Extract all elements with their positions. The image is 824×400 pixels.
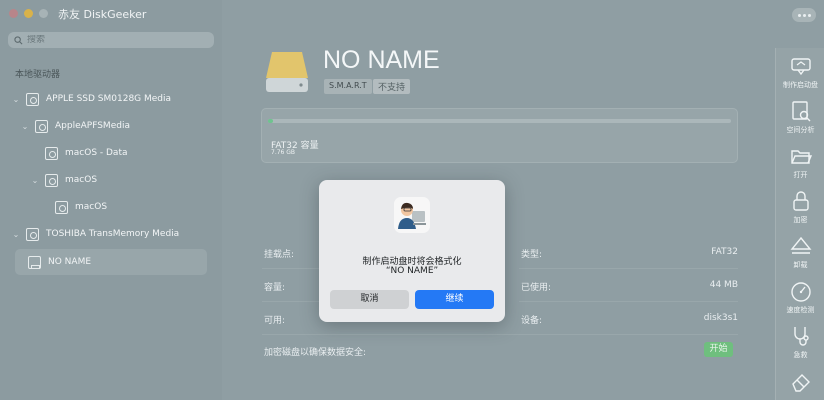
format-confirm-dialog: 制作启动盘时将会格式化 “NO NAME” 取消 继续 (319, 180, 505, 322)
tool-make-boot-disk[interactable]: 制作启动盘 (776, 54, 824, 98)
mount-point-label: 挂载点: (264, 250, 295, 260)
tool-label: 速度检测 (786, 306, 815, 314)
tool-erase[interactable] (776, 369, 824, 400)
smart-badge: S.M.A.R.T (324, 79, 372, 94)
folder-open-icon (790, 150, 812, 164)
sidebar-item-label: NO NAME (48, 257, 92, 267)
chevron-down-icon[interactable]: ⌄ (11, 95, 21, 104)
close-window-button[interactable] (9, 9, 18, 18)
sidebar-item-macos-snapshot[interactable]: macOS (40, 194, 210, 220)
local-drives-heading: 本地驱动器 (15, 70, 61, 80)
used-value: 44 MB (709, 280, 738, 290)
sidebar-item-label: APPLE SSD SM0128G Media (46, 94, 172, 104)
capacity-used-fill (268, 119, 273, 123)
sidebar-item-label: macOS (75, 202, 108, 212)
app-title: 赤友 DiskGeeker (58, 8, 147, 21)
search-box[interactable] (8, 32, 214, 48)
type-label: 类型: (521, 250, 543, 260)
eject-icon (790, 236, 811, 254)
disk-icon (26, 92, 39, 106)
boot-drive-icon (790, 58, 811, 76)
speedometer-icon (790, 282, 811, 302)
tool-label: 制作启动盘 (783, 81, 818, 89)
sidebar-item-macos-data[interactable]: macOS - Data (30, 140, 210, 166)
chevron-down-icon[interactable]: ⌄ (20, 122, 30, 131)
stethoscope-icon (793, 327, 809, 346)
tool-first-aid[interactable]: 急救 (776, 324, 824, 368)
capacity-panel: FAT32 容量 7.76 GB (261, 108, 738, 163)
type-value: FAT32 (711, 247, 738, 257)
right-toolbar: 制作启动盘 空间分析 打开 加密 卸载 速度检测 急救 (775, 48, 824, 400)
disk-title: NO NAME (323, 46, 440, 74)
space-analysis-icon (791, 101, 810, 122)
usb-drive-icon (28, 255, 41, 269)
sidebar-item-label: AppleAPFSMedia (55, 121, 130, 131)
eraser-icon (791, 374, 810, 392)
smart-status-badge: 不支持 (373, 79, 411, 94)
tool-label: 卸载 (793, 261, 808, 269)
encrypt-start-button[interactable]: 开始 (704, 342, 733, 357)
sidebar-item-toshiba[interactable]: ⌄ TOSHIBA TransMemory Media (11, 221, 211, 247)
search-icon (14, 35, 23, 44)
capacity-label: 容量: (264, 283, 286, 293)
tool-encrypt[interactable]: 加密 (776, 189, 824, 233)
minimize-window-button[interactable] (24, 9, 33, 18)
cancel-button[interactable]: 取消 (330, 290, 409, 309)
sidebar: 赤友 DiskGeeker 本地驱动器 ⌄ APPLE SSD SM0128G … (0, 0, 222, 400)
capacity-bar (268, 119, 731, 123)
encrypt-label: 加密磁盘以确保数据安全: (264, 348, 367, 358)
volume-icon (45, 146, 58, 160)
sidebar-item-label: TOSHIBA TransMemory Media (46, 229, 180, 239)
available-label: 可用: (264, 316, 286, 326)
used-label: 已使用: (521, 283, 552, 293)
continue-button[interactable]: 继续 (415, 290, 494, 309)
tool-label: 打开 (793, 171, 808, 179)
sidebar-item-macos[interactable]: ⌄ macOS (30, 167, 210, 193)
sidebar-item-no-name[interactable]: NO NAME (15, 249, 207, 275)
tool-label: 急救 (793, 351, 808, 359)
capacity-size: 7.76 GB (271, 149, 296, 156)
window-controls (9, 9, 48, 18)
device-label: 设备: (521, 316, 543, 326)
disk-icon (35, 119, 48, 133)
sidebar-item-label: macOS (65, 175, 98, 185)
chevron-down-icon[interactable]: ⌄ (11, 230, 21, 239)
chevron-down-icon[interactable]: ⌄ (30, 176, 40, 185)
sidebar-item-apfs-media[interactable]: ⌄ AppleAPFSMedia (20, 113, 210, 139)
volume-icon (55, 200, 68, 214)
disk-icon (26, 227, 39, 241)
tool-label: 空间分析 (786, 126, 815, 134)
tool-unmount[interactable]: 卸载 (776, 234, 824, 278)
tool-speed-test[interactable]: 速度检测 (776, 279, 824, 323)
tool-label: 加密 (793, 216, 808, 224)
tool-space-analysis[interactable]: 空间分析 (776, 99, 824, 143)
device-value: disk3s1 (703, 313, 738, 323)
tool-open[interactable]: 打开 (776, 144, 824, 188)
more-options-button[interactable] (792, 8, 816, 22)
search-input[interactable] (27, 35, 207, 45)
lock-icon (792, 191, 809, 211)
app-window: 赤友 DiskGeeker 本地驱动器 ⌄ APPLE SSD SM0128G … (0, 0, 824, 400)
app-mascot-icon (394, 197, 430, 233)
sidebar-item-apple-ssd[interactable]: ⌄ APPLE SSD SM0128G Media (11, 86, 211, 112)
drive-icon (266, 52, 308, 92)
volume-icon (45, 173, 58, 187)
dialog-disk-name: “NO NAME” (385, 266, 439, 276)
maximize-window-button[interactable] (39, 9, 48, 18)
sidebar-item-label: macOS - Data (65, 148, 128, 158)
